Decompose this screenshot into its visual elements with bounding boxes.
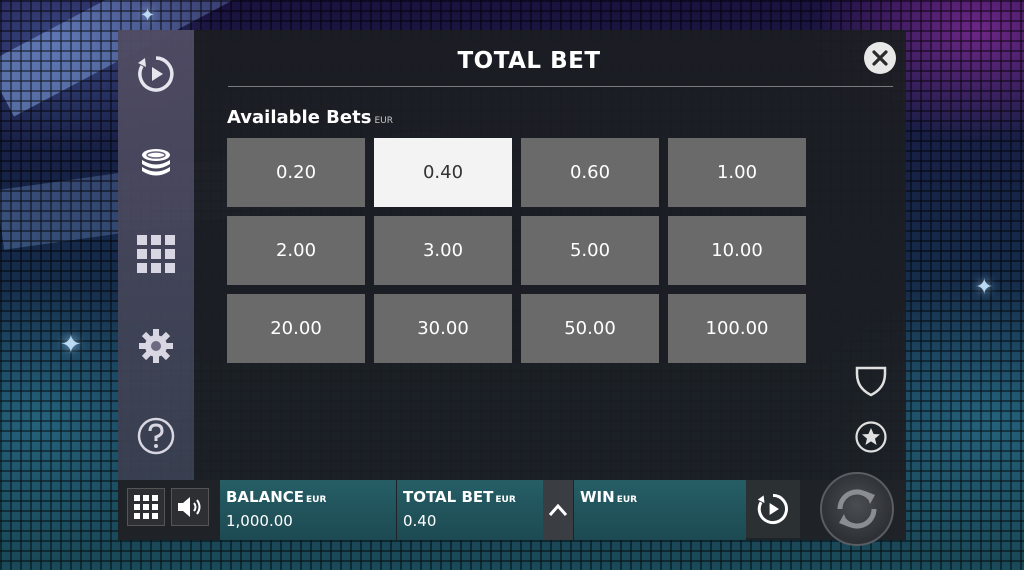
sound-button[interactable] [171,488,209,526]
shield-icon [855,366,887,397]
menu-button[interactable] [127,488,165,526]
bet-option[interactable]: 10.00 [668,216,806,285]
total-bet-panel: TOTAL BET EUR 0.40 [397,480,543,540]
balance-label: BALANCE EUR [226,488,326,506]
autoplay-icon [757,493,788,525]
total-bet-value: 0.40 [403,512,437,530]
favorite-button[interactable] [854,420,888,454]
close-button[interactable] [864,42,896,74]
sparkle-icon: ✦ [60,330,82,360]
total-bet-currency: EUR [495,495,516,505]
bet-option[interactable]: 0.20 [227,138,365,207]
dialog-title: TOTAL BET [457,48,601,74]
bet-option[interactable]: 100.00 [668,294,806,363]
bet-option[interactable]: 30.00 [374,294,512,363]
bet-option[interactable]: 50.00 [521,294,659,363]
star-icon [855,421,887,453]
spin-button[interactable] [820,472,894,546]
sidebar-item-bet[interactable] [132,140,180,188]
speaker-icon [178,497,201,517]
bet-option[interactable]: 2.00 [227,216,365,285]
sidebar-item-help[interactable] [132,412,180,460]
total-bet-label-text: TOTAL BET [403,488,494,506]
available-bets-text: Available Bets [227,107,372,128]
coins-icon [142,149,170,176]
bet-option[interactable]: 0.60 [521,138,659,207]
sparkle-icon: ✦ [975,275,994,300]
spin-arrows-icon [837,489,877,529]
paytable-grid-icon [137,235,175,273]
bet-option[interactable]: 5.00 [521,216,659,285]
win-label-text: WIN [580,488,615,506]
balance-value: 1,000.00 [226,512,293,530]
bet-option-selected[interactable]: 0.40 [374,138,512,207]
menu-grid-icon [134,495,158,519]
bet-option[interactable]: 3.00 [374,216,512,285]
bet-option[interactable]: 1.00 [668,138,806,207]
shield-button[interactable] [854,364,888,398]
sidebar-item-settings[interactable] [132,322,180,370]
bet-option[interactable]: 20.00 [227,294,365,363]
title-divider [228,86,893,87]
total-bet-dialog: TOTAL BET Available Bets EUR 0.20 0.40 0.… [118,30,906,540]
balance-label-text: BALANCE [226,488,305,506]
win-currency: EUR [616,495,638,505]
win-panel: WIN EUR [574,480,746,540]
side-menu [118,30,194,480]
bottom-bar: BALANCE EUR 1,000.00 TOTAL BET EUR 0.40 WI… [118,472,906,546]
close-icon [872,50,888,66]
balance-panel: BALANCE EUR 1,000.00 [220,480,396,540]
chevron-up-icon [548,503,568,516]
gear-icon [139,329,173,363]
sidebar-item-autoplay[interactable] [132,50,180,98]
currency-label: EUR [374,116,393,126]
help-icon [137,417,175,455]
sparkle-icon: ✦ [140,5,156,26]
available-bets-label: Available Bets EUR [227,107,393,131]
autoplay-icon [138,56,174,92]
balance-currency: EUR [306,495,327,505]
win-label: WIN EUR [580,488,637,506]
sidebar-item-paytable[interactable] [132,230,180,278]
bet-expand-button[interactable] [543,480,573,540]
total-bet-label: TOTAL BET EUR [403,488,516,506]
bet-options-grid: 0.20 0.40 0.60 1.00 2.00 3.00 5.00 10.00… [227,138,807,363]
autoplay-button[interactable] [746,480,800,538]
